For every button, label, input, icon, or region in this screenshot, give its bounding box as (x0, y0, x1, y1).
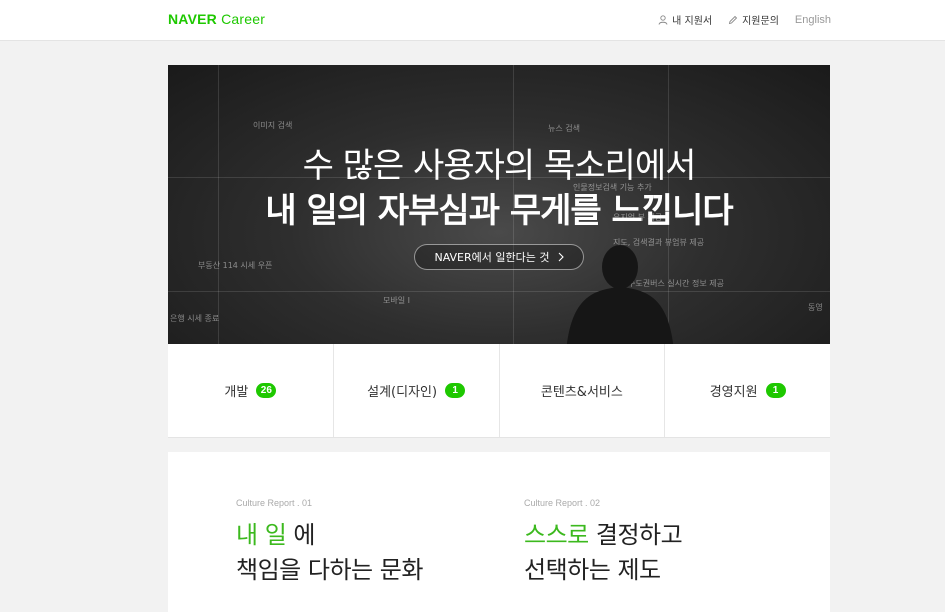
report-title: 스스로 결정하고 선택하는 제도 (524, 518, 683, 588)
category-label: 콘텐츠&서비스 (540, 385, 623, 400)
report-label: Culture Report . 01 (236, 498, 313, 508)
category-design[interactable]: 설계(디자인) 1 (334, 344, 500, 437)
logo-suffix: Career (221, 11, 266, 27)
job-category-tabs: 개발 26 설계(디자인) 1 콘텐츠&서비스 경영지원 1 (168, 344, 830, 438)
category-management[interactable]: 경영지원 1 (665, 344, 830, 437)
title-line2: 책임을 다하는 문화 (236, 556, 423, 584)
user-icon (658, 14, 668, 25)
count-badge: 1 (765, 383, 786, 398)
report-title: 내 일 에 책임을 다하는 문화 (236, 518, 423, 588)
category-development[interactable]: 개발 26 (168, 344, 334, 437)
culture-report-section: Culture Report . 01 내 일 에 책임을 다하는 문화 Cul… (168, 452, 830, 612)
hero-title-line1: 수 많은 사용자의 목소리에서 (302, 146, 697, 186)
bg-grid-line (168, 291, 830, 292)
naver-career-logo[interactable]: NAVER Career (168, 11, 265, 27)
my-application-link[interactable]: 내 지원서 (658, 12, 712, 27)
title-rest: 에 (286, 521, 316, 549)
my-application-label: 내 지원서 (672, 16, 713, 27)
report-label: Culture Report . 02 (524, 498, 601, 508)
title-highlight: 내 일 (236, 521, 287, 549)
category-label: 설계(디자인) (367, 385, 438, 400)
count-badge: 1 (445, 383, 466, 398)
chevron-right-icon (558, 252, 564, 262)
logo-brand: NAVER (168, 11, 217, 27)
pencil-icon (728, 15, 738, 24)
title-rest: 결정하고 (588, 521, 683, 549)
category-content-service[interactable]: 콘텐츠&서비스 (500, 344, 666, 437)
count-badge: 26 (256, 383, 277, 398)
button-label: NAVER에서 일한다는 것 (434, 251, 550, 264)
hero-banner: 부동산 114 시세 우픈 은행 시세 종료 모바일 I 지도, 검색결과 뷰엄… (168, 65, 830, 344)
english-link[interactable]: English (795, 14, 831, 26)
hero-title-line2: 내 일의 자부심과 무게를 느낍니다 (265, 191, 733, 231)
bg-text: 모바일 I (383, 296, 410, 305)
title-line2: 선택하는 제도 (524, 556, 661, 584)
inquiry-label: 지원문의 (742, 16, 779, 27)
category-label: 개발 (224, 385, 249, 400)
culture-report-1[interactable]: Culture Report . 01 내 일 에 책임을 다하는 문화 (236, 498, 423, 588)
header-nav: 내 지원서 지원문의 English (658, 12, 831, 27)
title-highlight: 스스로 (524, 521, 589, 549)
inquiry-link[interactable]: 지원문의 (728, 12, 779, 27)
bg-text: 부동산 114 시세 우픈 (198, 261, 273, 270)
category-label: 경영지원 (709, 385, 758, 400)
culture-report-2[interactable]: Culture Report . 02 스스로 결정하고 선택하는 제도 (524, 498, 683, 588)
bg-text: 이미지 검색 (253, 121, 293, 130)
bg-text: 은행 시세 종료 (170, 314, 220, 323)
bg-text: 동영 (808, 303, 823, 312)
working-at-naver-button[interactable]: NAVER에서 일한다는 것 (414, 244, 584, 270)
bg-text: 뉴스 검색 (548, 124, 580, 133)
top-header: NAVER Career 내 지원서 지원문의 English (0, 0, 945, 41)
